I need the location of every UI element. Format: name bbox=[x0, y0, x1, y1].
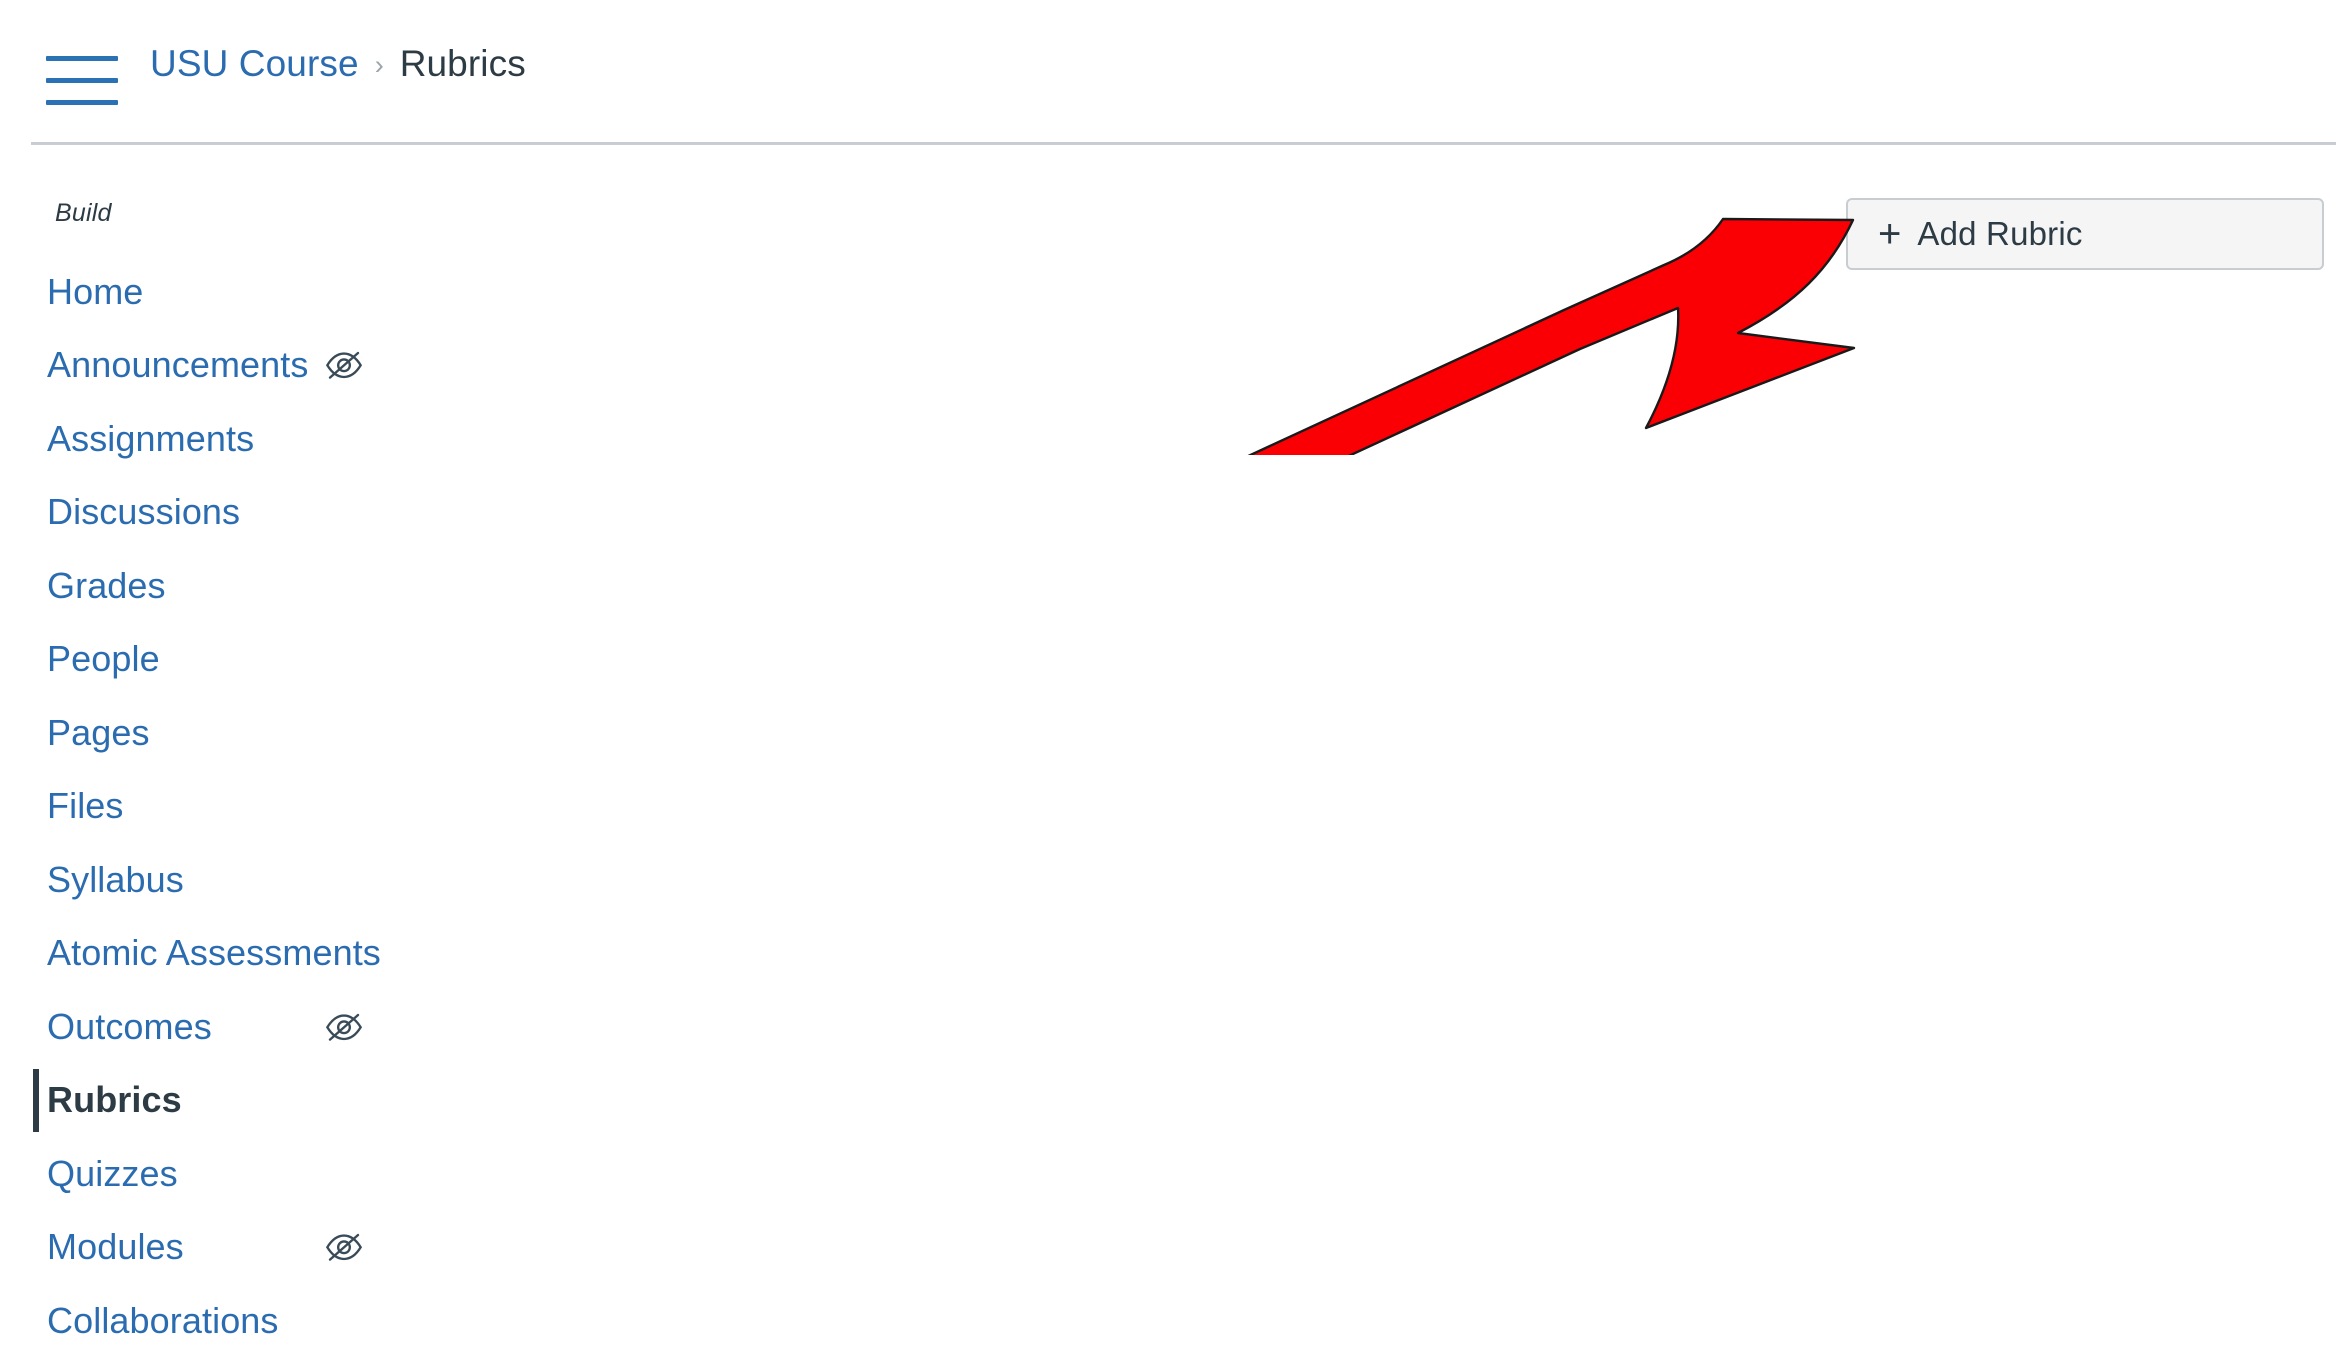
sidebar-item-label[interactable]: Syllabus bbox=[47, 859, 184, 901]
sidebar-item-quizzes[interactable]: Quizzes bbox=[0, 1137, 560, 1211]
hamburger-menu-icon[interactable] bbox=[40, 47, 118, 105]
sidebar-item-label[interactable]: Collaborations bbox=[47, 1300, 279, 1342]
sidebar-item-label[interactable]: Files bbox=[47, 785, 124, 827]
sidebar-item-label[interactable]: Home bbox=[47, 271, 143, 313]
arrow-shape bbox=[1247, 217, 1856, 455]
sidebar-item-label[interactable]: Rubrics bbox=[47, 1079, 182, 1121]
sidebar-item-people[interactable]: People bbox=[0, 623, 560, 697]
sidebar-item-label[interactable]: Assignments bbox=[47, 418, 254, 460]
sidebar-item-collaborations[interactable]: Collaborations bbox=[0, 1284, 560, 1358]
hamburger-bar bbox=[46, 100, 118, 105]
red-pointer-arrow bbox=[1247, 217, 1856, 455]
add-rubric-label: Add Rubric bbox=[1917, 215, 2083, 252]
eye-slash-icon bbox=[325, 1013, 363, 1041]
sidebar-item-atomic-assessments[interactable]: Atomic Assessments bbox=[0, 917, 560, 991]
breadcrumb: USU Course › Rubrics bbox=[150, 43, 526, 85]
plus-icon: + bbox=[1878, 212, 1902, 256]
active-indicator-bar bbox=[33, 1068, 39, 1132]
sidebar-item-label[interactable]: Announcements bbox=[47, 344, 308, 386]
nav-section-label: Build bbox=[55, 199, 112, 227]
course-nav-list: Home Announcements Assignments Discussions… bbox=[0, 255, 560, 1358]
sidebar-item-label[interactable]: People bbox=[47, 638, 160, 680]
hamburger-bar bbox=[46, 56, 118, 61]
sidebar-item-assignments[interactable]: Assignments bbox=[0, 402, 560, 476]
sidebar-item-label[interactable]: Atomic Assessments bbox=[47, 932, 381, 974]
breadcrumb-course-link[interactable]: USU Course bbox=[150, 43, 359, 85]
hamburger-bar bbox=[46, 78, 118, 83]
sidebar-item-label[interactable]: Quizzes bbox=[47, 1153, 178, 1195]
sidebar-item-label[interactable]: Modules bbox=[47, 1226, 184, 1268]
sidebar-item-pages[interactable]: Pages bbox=[0, 696, 560, 770]
sidebar-item-label[interactable]: Grades bbox=[47, 565, 166, 607]
sidebar-item-label[interactable]: Discussions bbox=[47, 491, 240, 533]
sidebar-item-rubrics[interactable]: Rubrics bbox=[0, 1064, 560, 1138]
header-divider bbox=[31, 142, 2336, 145]
sidebar-item-files[interactable]: Files bbox=[0, 770, 560, 844]
page-title: Rubrics bbox=[399, 43, 526, 84]
eye-slash-icon bbox=[325, 1234, 363, 1261]
sidebar-item-home[interactable]: Home bbox=[0, 255, 560, 329]
sidebar-item-discussions[interactable]: Discussions bbox=[0, 476, 560, 550]
sidebar-item-label[interactable]: Outcomes bbox=[47, 1006, 212, 1048]
sidebar-item-outcomes[interactable]: Outcomes bbox=[0, 990, 560, 1064]
page-header: USU Course › Rubrics bbox=[0, 0, 2336, 145]
eye-slash-icon bbox=[325, 352, 363, 379]
sidebar-item-label[interactable]: Pages bbox=[47, 712, 150, 754]
sidebar-item-announcements[interactable]: Announcements bbox=[0, 329, 560, 403]
sidebar-item-grades[interactable]: Grades bbox=[0, 549, 560, 623]
chevron-right-icon: › bbox=[374, 50, 384, 80]
sidebar-item-modules[interactable]: Modules bbox=[0, 1211, 560, 1285]
add-rubric-button[interactable]: + Add Rubric bbox=[1846, 198, 2324, 270]
sidebar-item-syllabus[interactable]: Syllabus bbox=[0, 843, 560, 917]
